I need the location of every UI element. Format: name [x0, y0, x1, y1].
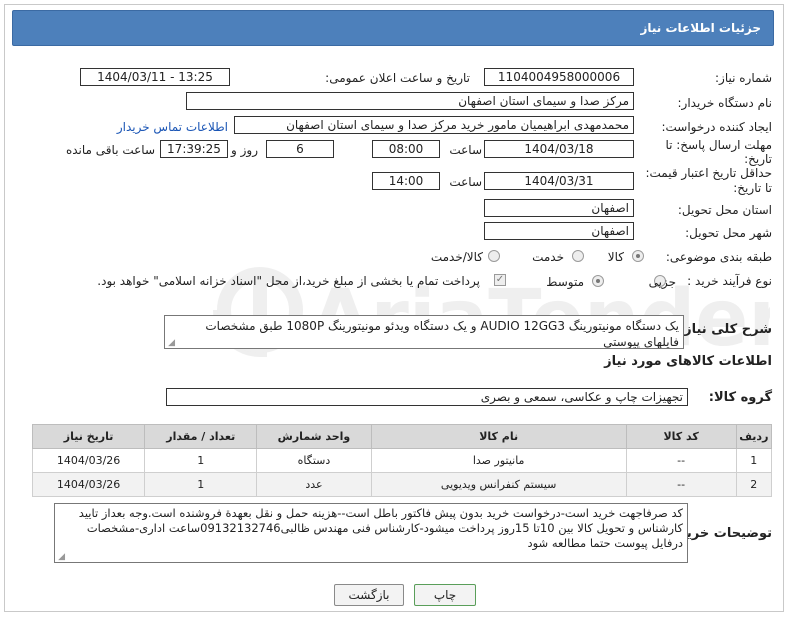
delivery-province-field[interactable]: اصفهان	[484, 199, 634, 217]
cell-name: مانیتور صدا	[370, 448, 627, 473]
print-button[interactable]: چاپ	[414, 584, 476, 606]
reply-time-label: ساعت	[449, 143, 482, 157]
need-number-label: شماره نیاز:	[715, 71, 772, 85]
price-validity-label: حداقل تاریخ اعتبار قیمت:	[645, 166, 772, 180]
delivery-city-field[interactable]: اصفهان	[484, 222, 634, 240]
col-date: تاریخ نیاز	[31, 424, 146, 449]
days-field[interactable]: 6	[266, 140, 334, 158]
treasury-note: پرداخت تمام یا بخشی از مبلغ خرید،از محل …	[97, 274, 480, 288]
process-medium-radio[interactable]	[592, 275, 604, 287]
resize-grip-icon[interactable]: ◢	[57, 553, 65, 562]
contact-buyer-link[interactable]: اطلاعات تماس خریدار	[117, 120, 228, 134]
category-goods-service-radio[interactable]	[488, 250, 500, 262]
need-number-field[interactable]: 1104004958000006	[484, 68, 634, 86]
col-code: کد کالا	[625, 424, 737, 449]
col-row: ردیف	[735, 424, 773, 449]
days-label: روز و	[231, 143, 258, 157]
process-label: نوع فرآیند خرید :	[687, 274, 772, 288]
goods-group-label: گروه کالا:	[708, 390, 772, 405]
description-label: شرح کلی نیاز:	[678, 322, 772, 337]
description-textarea[interactable]: یک دستگاه مونیتورینگ AUDIO 12GG3 و یک دس…	[164, 315, 684, 349]
category-goods-text: کالا	[607, 250, 624, 264]
goods-group-field[interactable]: تجهیزات چاپ و عکاسی، سمعی و بصری	[166, 388, 688, 406]
announce-label: تاریخ و ساعت اعلان عمومی:	[325, 71, 470, 85]
resize-grip-icon[interactable]: ◢	[167, 339, 175, 348]
buyer-notes-textarea[interactable]: کد صرفاجهت خرید است-درخواست خرید بدون پی…	[54, 503, 688, 563]
cell-name: سیستم کنفرانس ویدیویی	[370, 472, 627, 497]
back-button[interactable]: بازگشت	[334, 584, 404, 606]
treasury-checkbox[interactable]: ✓	[494, 274, 506, 286]
announce-field[interactable]: 1404/03/11 - 13:25	[80, 68, 230, 86]
validity-date-field[interactable]: 1404/03/31	[484, 172, 634, 190]
category-goods-radio[interactable]	[632, 250, 644, 262]
col-qty: تعداد / مقدار	[144, 424, 258, 449]
buyer-notes-text: کد صرفاجهت خرید است-درخواست خرید بدون پی…	[78, 506, 683, 550]
reply-deadline-label: مهلت ارسال پاسخ: تا	[665, 138, 772, 152]
cell-unit: عدد	[256, 472, 372, 497]
reply-date-field[interactable]: 1404/03/18	[484, 140, 634, 158]
delivery-city-label: شهر محل تحویل:	[685, 226, 772, 240]
cell-row: 2	[735, 472, 773, 497]
delivery-province-label: استان محل تحویل:	[677, 203, 772, 217]
validity-time-label: ساعت	[449, 175, 482, 189]
table-row[interactable]: 1 -- مانیتور صدا دستگاه 1 1404/03/26	[31, 448, 773, 473]
category-label: طبقه بندی موضوعی:	[665, 250, 772, 264]
cell-date: 1404/03/26	[31, 448, 146, 473]
reply-deadline-label-date: تاریخ:	[744, 152, 772, 166]
cell-unit: دستگاه	[256, 448, 372, 473]
description-text: یک دستگاه مونیتورینگ AUDIO 12GG3 و یک دس…	[205, 319, 679, 349]
col-unit: واحد شمارش	[256, 424, 372, 449]
process-medium-text: متوسط	[546, 275, 584, 289]
goods-table: ردیف کد کالا نام کالا واحد شمارش تعداد /…	[31, 424, 773, 497]
remaining-label: ساعت باقی مانده	[65, 143, 155, 157]
page-title: جزئیات اطلاعات نیاز	[12, 10, 774, 46]
cell-row: 1	[735, 448, 773, 473]
col-name: نام کالا	[370, 424, 627, 449]
reply-time-field[interactable]: 08:00	[372, 140, 440, 158]
buyer-org-field[interactable]: مرکز صدا و سیمای استان اصفهان	[186, 92, 634, 110]
remaining-time-field[interactable]: 17:39:25	[160, 140, 228, 158]
creator-label: ایجاد کننده درخواست:	[661, 120, 772, 134]
goods-section-title: اطلاعات کالاهای مورد نیاز	[604, 354, 772, 369]
cell-date: 1404/03/26	[31, 472, 146, 497]
cell-qty: 1	[144, 448, 258, 473]
cell-code: --	[625, 472, 737, 497]
category-service-radio[interactable]	[572, 250, 584, 262]
creator-field[interactable]: محمدمهدی ابراهیمیان مامور خرید مرکز صدا …	[234, 116, 634, 134]
price-validity-label-date: تا تاریخ:	[733, 181, 772, 195]
validity-time-field[interactable]: 14:00	[372, 172, 440, 190]
cell-code: --	[625, 448, 737, 473]
table-row[interactable]: 2 -- سیستم کنفرانس ویدیویی عدد 1 1404/03…	[31, 472, 773, 497]
buyer-org-label: نام دستگاه خریدار:	[677, 96, 773, 110]
process-partial-text: جزیی	[648, 275, 676, 289]
cell-qty: 1	[144, 472, 258, 497]
table-header-row: ردیف کد کالا نام کالا واحد شمارش تعداد /…	[31, 424, 773, 449]
category-service-text: خدمت	[532, 250, 564, 264]
category-goods-service-text: کالا/خدمت	[430, 250, 483, 264]
